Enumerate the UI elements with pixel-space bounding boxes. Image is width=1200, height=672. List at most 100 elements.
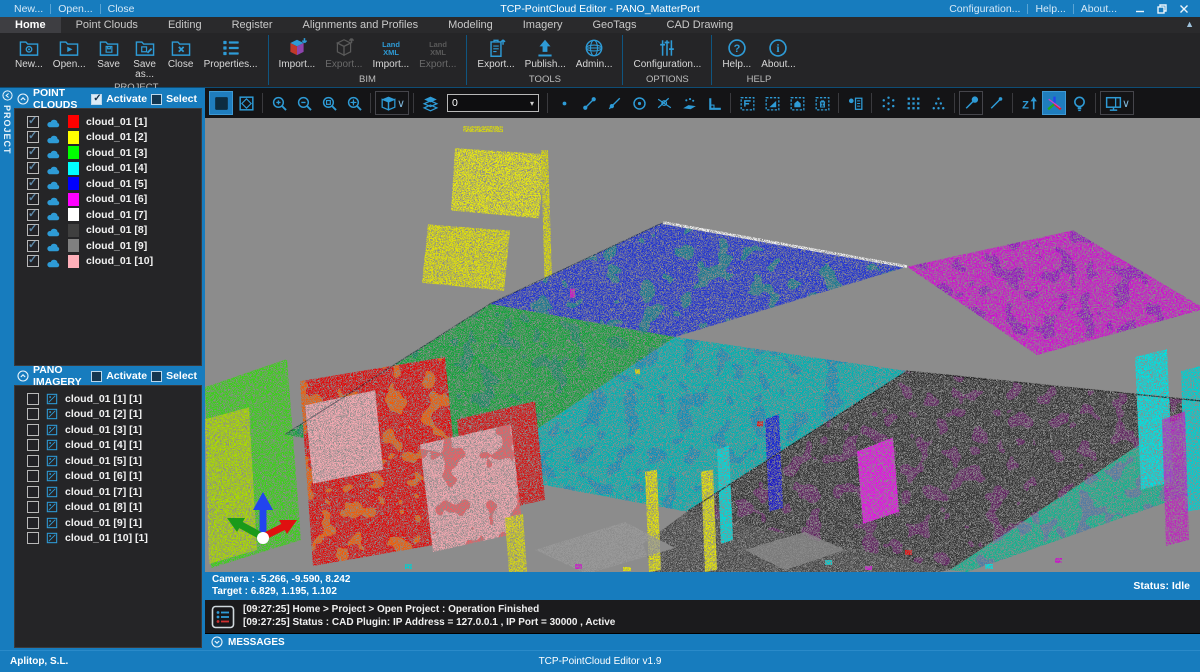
- pano-image-label[interactable]: cloud_01 [4] [1]: [65, 439, 142, 451]
- open-button[interactable]: Open...: [48, 36, 91, 71]
- bulb-icon[interactable]: [1067, 91, 1091, 115]
- perpendicular-icon[interactable]: [702, 91, 726, 115]
- segment-end-icon[interactable]: [984, 91, 1008, 115]
- help-button[interactable]: ?Help...: [717, 36, 756, 71]
- layers-icon[interactable]: [418, 91, 442, 115]
- viewport-3d[interactable]: [205, 118, 1200, 572]
- visibility-checkbox[interactable]: [27, 439, 39, 451]
- point-clouds-activate-checkbox[interactable]: [91, 94, 102, 105]
- zoom-in-icon[interactable]: [267, 91, 291, 115]
- color-swatch[interactable]: [68, 146, 79, 159]
- visibility-checkbox[interactable]: [27, 131, 39, 143]
- tab-register[interactable]: Register: [217, 17, 288, 33]
- point-clouds-select-checkbox[interactable]: [151, 94, 162, 105]
- point-cloud-label[interactable]: cloud_01 [9]: [86, 240, 147, 252]
- chevron-up-circle-icon[interactable]: [17, 93, 29, 105]
- zoom-extents-icon[interactable]: [342, 91, 366, 115]
- point-info-icon[interactable]: [843, 91, 867, 115]
- titlebar-help-button[interactable]: Help...: [1035, 3, 1065, 15]
- pano-image-label[interactable]: cloud_01 [2] [1]: [65, 408, 142, 420]
- color-swatch[interactable]: [68, 255, 79, 268]
- point-icon[interactable]: [552, 91, 576, 115]
- pano-image-label[interactable]: cloud_01 [6] [1]: [65, 470, 142, 482]
- color-swatch[interactable]: [68, 208, 79, 221]
- point-cloud-label[interactable]: cloud_01 [5]: [86, 178, 147, 190]
- visibility-checkbox[interactable]: [27, 501, 39, 513]
- point-cloud-label[interactable]: cloud_01 [2]: [86, 131, 147, 143]
- messages-bar[interactable]: MESSAGES: [205, 634, 1200, 650]
- point-cloud-label[interactable]: cloud_01 [8]: [86, 224, 147, 236]
- zoom-out-icon[interactable]: [292, 91, 316, 115]
- color-swatch[interactable]: [68, 224, 79, 237]
- collapse-panel-icon[interactable]: [2, 90, 13, 101]
- color-swatch[interactable]: [68, 131, 79, 144]
- select-rect-icon[interactable]: [209, 91, 233, 115]
- publish-button[interactable]: Publish...: [520, 36, 571, 71]
- pano-image-label[interactable]: cloud_01 [1] [1]: [65, 393, 142, 405]
- visibility-checkbox[interactable]: [27, 470, 39, 482]
- visibility-checkbox[interactable]: [27, 193, 39, 205]
- point-cloud-label[interactable]: cloud_01 [10]: [86, 255, 153, 267]
- frame-delete-icon[interactable]: [810, 91, 834, 115]
- pano-image-label[interactable]: cloud_01 [10] [1]: [65, 532, 148, 544]
- frame-profile-icon[interactable]: [735, 91, 759, 115]
- visibility-checkbox[interactable]: [27, 147, 39, 159]
- visibility-checkbox[interactable]: [27, 532, 39, 544]
- admin-button[interactable]: Admin...: [571, 36, 618, 71]
- import-button[interactable]: Import...: [274, 36, 321, 71]
- z-up-icon[interactable]: Z: [1017, 91, 1041, 115]
- visibility-checkbox[interactable]: [27, 116, 39, 128]
- titlebar-close-button[interactable]: Close: [108, 3, 135, 15]
- color-swatch[interactable]: [68, 177, 79, 190]
- screen-layout-icon[interactable]: ∨: [1100, 91, 1134, 115]
- restore-icon[interactable]: [1152, 2, 1172, 16]
- segment-start-icon[interactable]: [959, 91, 983, 115]
- density-sphere-icon[interactable]: [876, 91, 900, 115]
- pano-imagery-activate-checkbox[interactable]: [91, 371, 102, 382]
- visibility-checkbox[interactable]: [27, 178, 39, 190]
- new-button[interactable]: New...: [10, 36, 48, 71]
- visibility-checkbox[interactable]: [27, 517, 39, 529]
- titlebar-configuration-button[interactable]: Configuration...: [949, 3, 1020, 15]
- titlebar-new-button[interactable]: New...: [14, 3, 43, 15]
- tab-imagery[interactable]: Imagery: [508, 17, 578, 33]
- pano-image-label[interactable]: cloud_01 [5] [1]: [65, 455, 142, 467]
- color-swatch[interactable]: [68, 193, 79, 206]
- close-button[interactable]: Close: [163, 36, 199, 71]
- vertex-icon[interactable]: [652, 91, 676, 115]
- point-cloud-label[interactable]: cloud_01 [4]: [86, 162, 147, 174]
- color-swatch[interactable]: [68, 239, 79, 252]
- view-cube-icon[interactable]: ∨: [375, 91, 409, 115]
- point-cloud-label[interactable]: cloud_01 [6]: [86, 193, 147, 205]
- axes-icon[interactable]: [1042, 91, 1066, 115]
- color-swatch[interactable]: [68, 162, 79, 175]
- tab-editing[interactable]: Editing: [153, 17, 217, 33]
- visibility-checkbox[interactable]: [27, 455, 39, 467]
- visibility-checkbox[interactable]: [27, 224, 39, 236]
- export-button[interactable]: Export...: [472, 36, 519, 71]
- tab-alignments-and-profiles[interactable]: Alignments and Profiles: [288, 17, 434, 33]
- titlebar-about-button[interactable]: About...: [1081, 3, 1117, 15]
- collapse-ribbon-icon[interactable]: ▲: [1185, 19, 1194, 29]
- pano-image-label[interactable]: cloud_01 [3] [1]: [65, 424, 142, 436]
- visibility-checkbox[interactable]: [27, 209, 39, 221]
- pano-image-label[interactable]: cloud_01 [8] [1]: [65, 501, 142, 513]
- import-button[interactable]: LandXMLImport...: [367, 36, 414, 71]
- about-button[interactable]: iAbout...: [756, 36, 800, 71]
- chevron-down-circle-icon[interactable]: [211, 636, 223, 648]
- tab-cad-drawing[interactable]: CAD Drawing: [652, 17, 749, 33]
- visibility-checkbox[interactable]: [27, 255, 39, 267]
- line-point-icon[interactable]: [602, 91, 626, 115]
- titlebar-open-button[interactable]: Open...: [58, 3, 92, 15]
- pano-image-label[interactable]: cloud_01 [7] [1]: [65, 486, 142, 498]
- plane-points-icon[interactable]: [677, 91, 701, 115]
- color-swatch[interactable]: [68, 115, 79, 128]
- visibility-checkbox[interactable]: [27, 408, 39, 420]
- visibility-checkbox[interactable]: [27, 393, 39, 405]
- density-pyramid-icon[interactable]: [926, 91, 950, 115]
- configuration-button[interactable]: Configuration...: [628, 36, 706, 71]
- pano-imagery-select-checkbox[interactable]: [151, 371, 162, 382]
- point-cloud-label[interactable]: cloud_01 [7]: [86, 209, 147, 221]
- tab-point-clouds[interactable]: Point Clouds: [61, 17, 153, 33]
- select-frame-icon[interactable]: [234, 91, 258, 115]
